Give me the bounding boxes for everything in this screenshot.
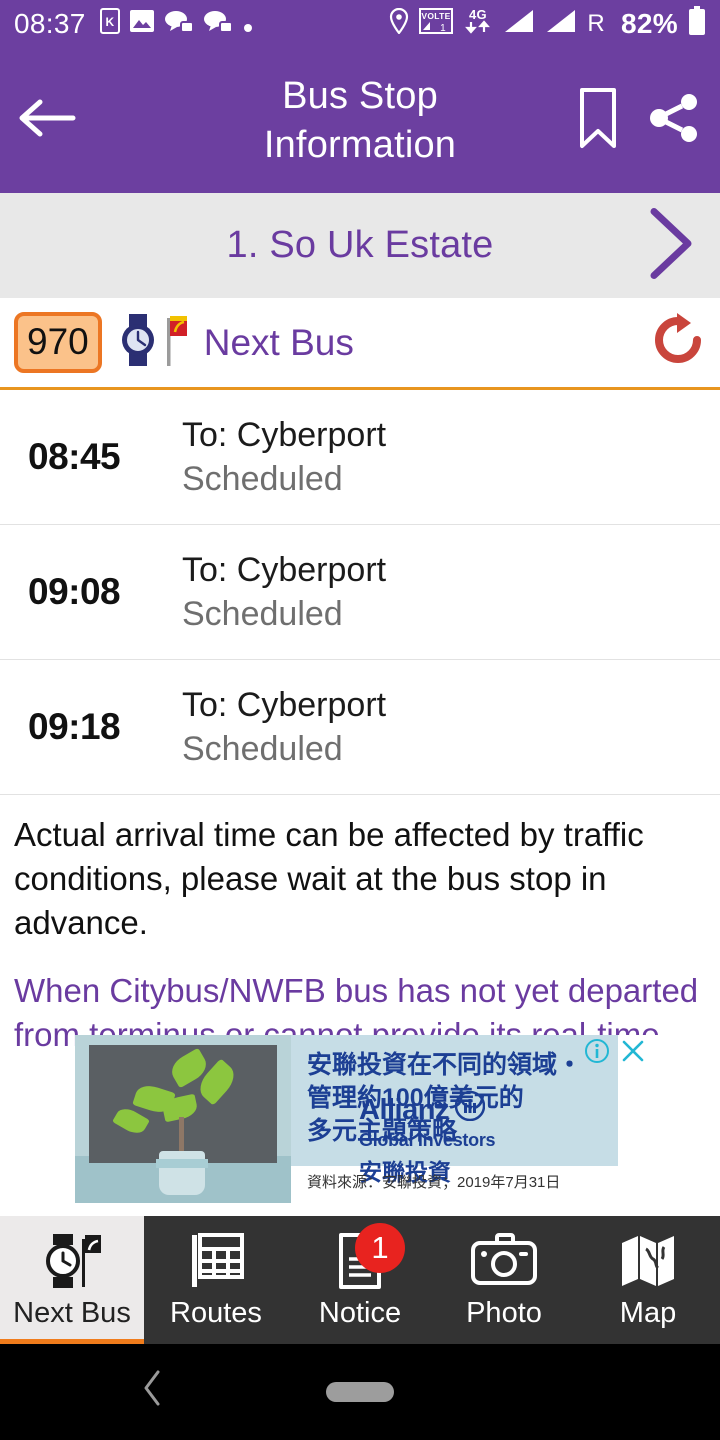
tab-label: Photo bbox=[466, 1297, 542, 1329]
ad-source-note: 資料來源：安聯投資；2019年7月31日 bbox=[307, 1174, 561, 1191]
app-bar-actions bbox=[578, 87, 702, 154]
ad-info-icon[interactable] bbox=[584, 1038, 610, 1069]
arrival-destination: To: Cyberport bbox=[182, 551, 387, 589]
chevron-right-icon[interactable] bbox=[640, 205, 698, 286]
table-row[interactable]: 09:08 To: Cyberport Scheduled bbox=[0, 525, 720, 660]
ad-controls bbox=[584, 1038, 646, 1069]
allianz-mark-icon bbox=[454, 1090, 486, 1129]
ad-plant-pot bbox=[156, 1151, 208, 1195]
advertisement-banner[interactable]: 安聯投資在不同的領域‧ 管理約100億美元的 多元主題策略 Allianz Gl… bbox=[75, 1035, 720, 1203]
status-bar: 08:37 K VOLTE 1 4G R 82% bbox=[0, 0, 720, 48]
watch-flag-icon bbox=[39, 1231, 105, 1291]
tab-label: Next Bus bbox=[13, 1297, 131, 1329]
volte-icon: VOLTE 1 bbox=[419, 7, 454, 41]
back-arrow-icon[interactable] bbox=[18, 96, 76, 145]
route-number-badge[interactable]: 970 bbox=[14, 312, 102, 373]
table-row[interactable]: 09:18 To: Cyberport Scheduled bbox=[0, 660, 720, 795]
disclaimer-section: Actual arrival time can be affected by t… bbox=[0, 795, 720, 1057]
signal-bars-icon bbox=[503, 8, 535, 41]
arrival-time: 09:18 bbox=[28, 706, 121, 747]
arrival-time: 08:45 bbox=[28, 436, 121, 477]
map-icon bbox=[619, 1231, 677, 1291]
arrival-destination: To: Cyberport bbox=[182, 686, 387, 724]
status-bar-clock: 08:37 bbox=[14, 8, 86, 39]
battery-icon bbox=[688, 5, 706, 43]
refresh-icon[interactable] bbox=[650, 312, 706, 373]
android-navigation-bar bbox=[0, 1344, 720, 1440]
disclaimer-traffic-note: Actual arrival time can be affected by t… bbox=[14, 816, 644, 941]
chat-message-icon bbox=[164, 9, 194, 40]
bottom-tab-bar: Next Bus Routes 1 Notice Photo Map bbox=[0, 1216, 720, 1344]
timetable-grid-icon bbox=[186, 1231, 246, 1291]
route-next-bus-row: 970 Next Bus bbox=[0, 298, 720, 390]
svg-text:1: 1 bbox=[440, 23, 446, 34]
arrival-status: Scheduled bbox=[182, 730, 343, 768]
svg-text:K: K bbox=[105, 15, 114, 29]
data-transfer-icon: 4G bbox=[463, 7, 493, 42]
table-row[interactable]: 08:45 To: Cyberport Scheduled bbox=[0, 390, 720, 525]
tab-label: Notice bbox=[318, 1297, 402, 1329]
tab-notice[interactable]: 1 Notice bbox=[288, 1216, 432, 1344]
ad-close-icon[interactable] bbox=[620, 1038, 646, 1069]
tab-label: Routes bbox=[170, 1297, 262, 1329]
camera-icon bbox=[469, 1231, 539, 1291]
ad-brand-name-row: Allianz bbox=[359, 1090, 509, 1129]
next-bus-icons bbox=[116, 312, 190, 373]
document-icon: 1 bbox=[333, 1223, 405, 1291]
bus-stop-flag-icon bbox=[160, 312, 190, 373]
tab-map[interactable]: Map bbox=[576, 1216, 720, 1344]
bookmark-icon[interactable] bbox=[578, 87, 618, 154]
stop-name-label: 1. So Uk Estate bbox=[226, 224, 494, 266]
location-pin-icon bbox=[389, 7, 409, 41]
kakao-icon: K bbox=[99, 7, 120, 41]
arrival-status: Scheduled bbox=[182, 595, 343, 633]
stop-name-bar[interactable]: 1. So Uk Estate bbox=[0, 193, 720, 298]
arrival-info: To: Cyberport Scheduled bbox=[182, 548, 386, 636]
chat-message-icon bbox=[203, 9, 233, 40]
nav-home-pill-icon[interactable] bbox=[326, 1382, 394, 1402]
arrival-destination: To: Cyberport bbox=[182, 416, 387, 454]
watch-icon bbox=[116, 312, 160, 373]
next-bus-label: Next Bus bbox=[203, 321, 354, 363]
ad-image bbox=[75, 1035, 291, 1203]
tab-label: Map bbox=[619, 1297, 677, 1329]
ad-brand-subtitle: Global Investors bbox=[359, 1130, 496, 1150]
share-icon[interactable] bbox=[648, 91, 702, 150]
phone-screen: 08:37 K VOLTE 1 4G R 82% Bus Stop Inform… bbox=[0, 0, 720, 1440]
arrival-status: Scheduled bbox=[182, 460, 343, 498]
ad-brand-name: Allianz bbox=[359, 1093, 449, 1126]
svg-text:4G: 4G bbox=[469, 7, 487, 22]
notice-badge-count: 1 bbox=[355, 1223, 405, 1273]
ad-plant-stem bbox=[179, 1117, 184, 1155]
status-bar-notification-icons: K bbox=[99, 7, 254, 41]
nav-back-icon[interactable] bbox=[140, 1368, 166, 1417]
dot-icon bbox=[242, 9, 254, 40]
arrival-time: 09:08 bbox=[28, 571, 121, 612]
arrival-info: To: Cyberport Scheduled bbox=[182, 413, 386, 501]
gallery-image-icon bbox=[129, 9, 155, 40]
roaming-indicator: R bbox=[587, 10, 606, 37]
tab-photo[interactable]: Photo bbox=[432, 1216, 576, 1344]
ad-headline-line-1: 安聯投資在不同的領域‧ bbox=[307, 1051, 583, 1079]
arrival-info: To: Cyberport Scheduled bbox=[182, 683, 386, 771]
app-bar: Bus Stop Information bbox=[0, 48, 720, 193]
battery-percent-label: 82% bbox=[621, 8, 678, 39]
tab-next-bus[interactable]: Next Bus bbox=[0, 1216, 144, 1344]
tab-routes[interactable]: Routes bbox=[144, 1216, 288, 1344]
signal-bars-icon bbox=[545, 8, 577, 41]
status-bar-system-icons: VOLTE 1 4G R 82% bbox=[389, 5, 706, 43]
svg-text:VOLTE: VOLTE bbox=[422, 11, 451, 21]
